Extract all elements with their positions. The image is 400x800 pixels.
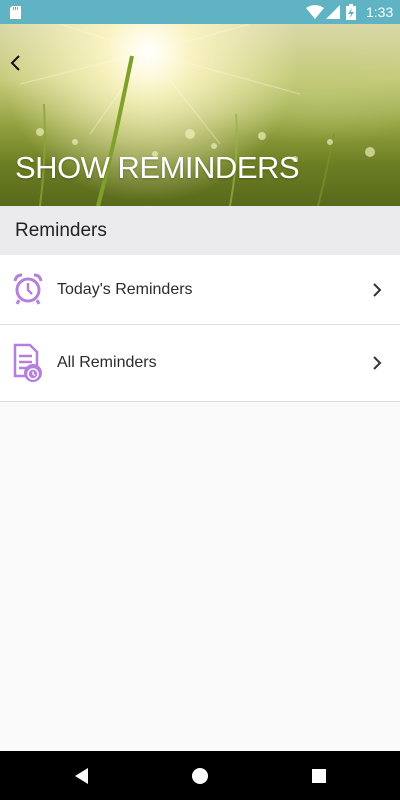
list-item-label: Today's Reminders [57, 281, 193, 298]
chevron-right-icon [373, 283, 382, 297]
battery-charging-icon [346, 4, 356, 20]
navigation-bar [0, 751, 400, 800]
back-triangle-icon [75, 768, 88, 784]
alarm-clock-icon [13, 273, 43, 305]
home-circle-icon [192, 768, 208, 784]
signal-icon [326, 5, 340, 19]
sd-card-icon [10, 6, 21, 19]
nav-back-button[interactable] [71, 765, 93, 787]
recents-square-icon [312, 769, 326, 783]
chevron-right-icon [373, 356, 382, 370]
page-title: SHOW REMINDERS [15, 150, 300, 185]
list-item-todays-reminders[interactable]: Today's Reminders [0, 255, 400, 325]
nav-home-button[interactable] [189, 765, 211, 787]
list-item-all-reminders[interactable]: All Reminders [0, 325, 400, 402]
section-header: Reminders [0, 206, 400, 256]
nav-recents-button[interactable] [308, 765, 330, 787]
chevron-left-icon [10, 55, 20, 71]
wifi-icon [306, 5, 324, 19]
section-label: Reminders [15, 220, 107, 241]
status-bar: 1:33 [0, 0, 400, 24]
status-time: 1:33 [366, 4, 394, 20]
back-button[interactable] [4, 48, 28, 78]
list-item-label: All Reminders [57, 354, 157, 371]
document-clock-icon [13, 343, 42, 382]
hero-header: SHOW REMINDERS [0, 24, 400, 206]
